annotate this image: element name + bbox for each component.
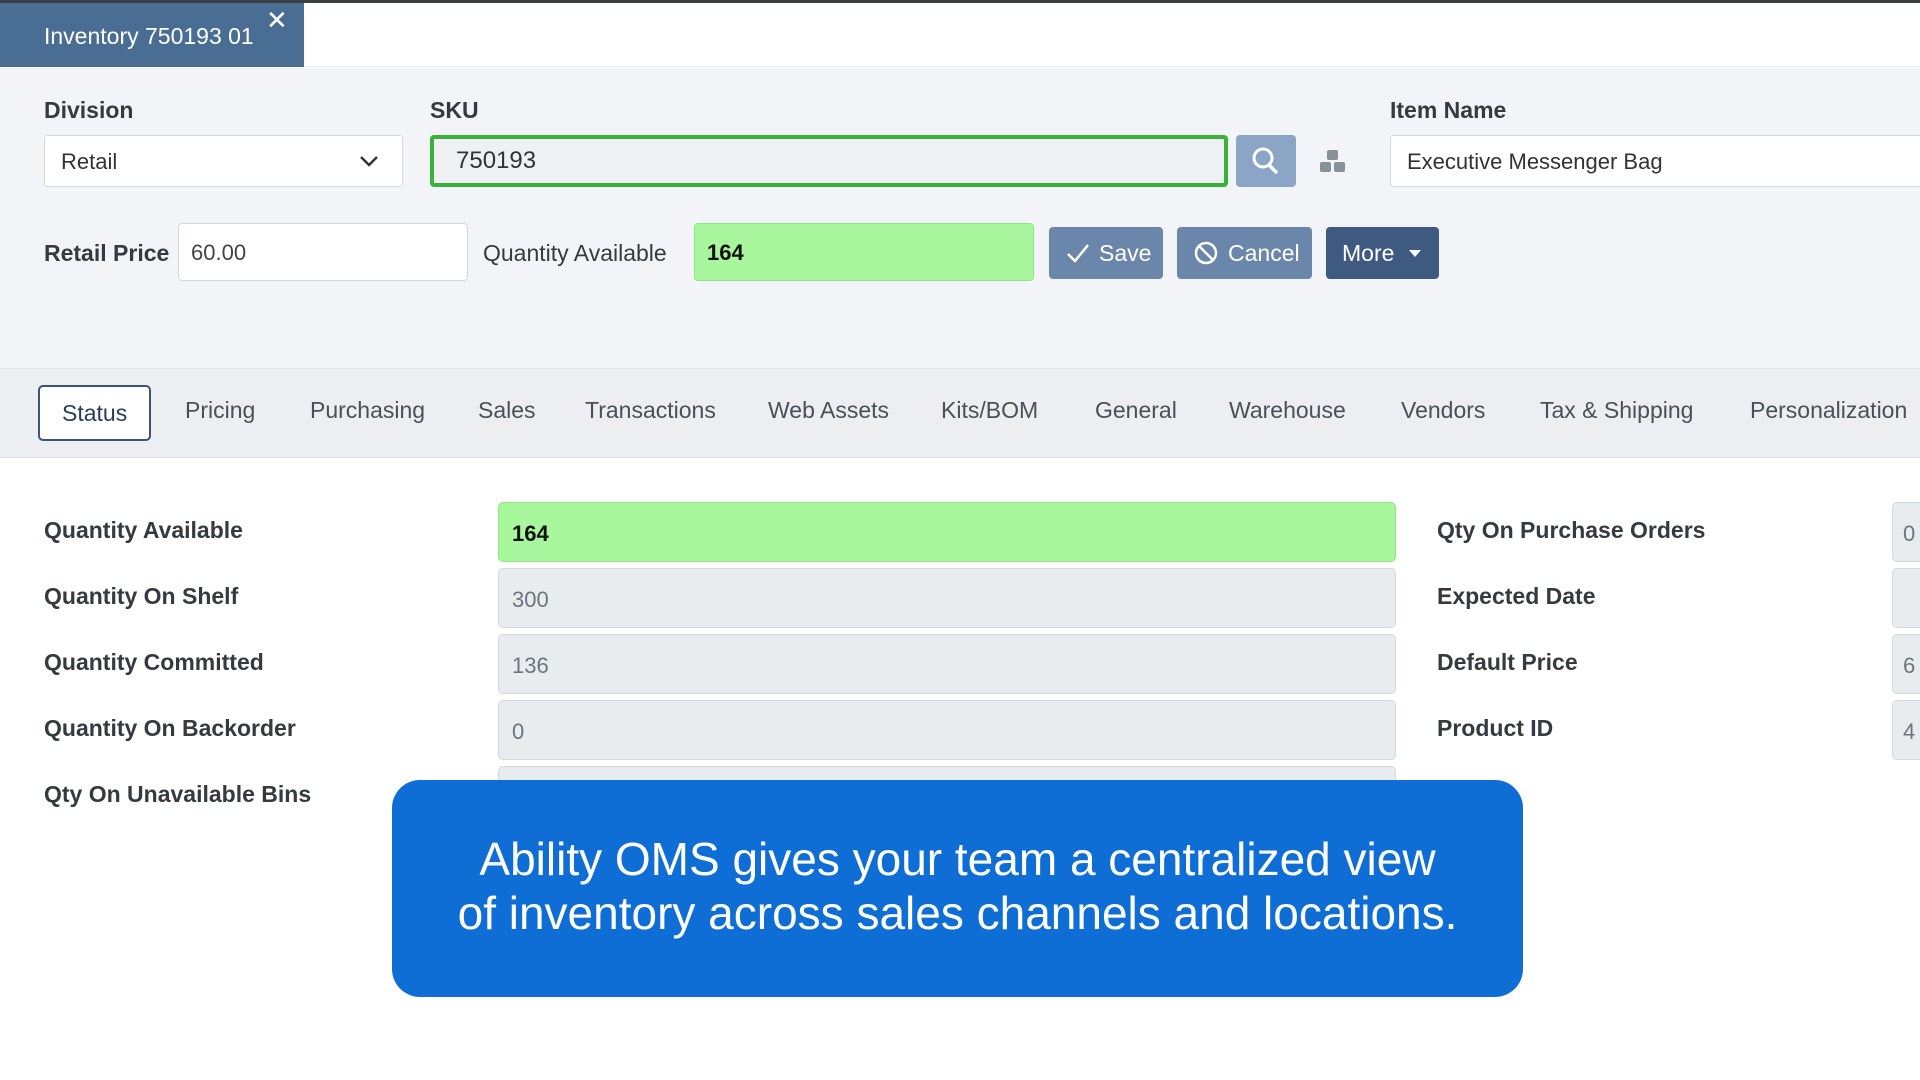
item-header-form: Division Retail SKU 750193 Item Name Exe… — [0, 68, 1920, 368]
search-icon — [1252, 147, 1278, 174]
default-price-field: 6 — [1892, 634, 1920, 694]
tab-transactions[interactable]: Transactions — [585, 397, 716, 424]
cancel-label: Cancel — [1228, 240, 1300, 266]
item-name-field[interactable]: Executive Messenger Bag — [1390, 135, 1920, 187]
ban-icon — [1194, 241, 1218, 265]
qty-available-header-value: 164 — [707, 240, 744, 265]
qty-committed-value: 136 — [512, 653, 549, 678]
tab-vendors[interactable]: Vendors — [1401, 397, 1485, 424]
division-value: Retail — [61, 149, 118, 174]
document-tab-inventory[interactable]: Inventory 750193 01 ✕ — [0, 3, 304, 67]
qty-on-shelf-label: Quantity On Shelf — [44, 583, 239, 609]
tab-personalization[interactable]: Personalization — [1750, 397, 1907, 424]
qty-available-field: 164 — [498, 502, 1396, 562]
product-id-value: 4 — [1903, 719, 1916, 744]
save-label: Save — [1099, 240, 1152, 266]
tab-kits-bom[interactable]: Kits/BOM — [941, 397, 1038, 424]
qty-on-backorder-value: 0 — [512, 719, 525, 744]
tab-general[interactable]: General — [1095, 397, 1177, 424]
tab-label: Status — [62, 400, 128, 426]
sku-input[interactable]: 750193 — [430, 135, 1228, 187]
qty-available-label: Quantity Available — [44, 517, 243, 543]
caption-overlay: Ability OMS gives your team a centralize… — [392, 780, 1523, 997]
retail-price-value: 60.00 — [191, 240, 247, 265]
product-id-field: 4 — [1892, 700, 1920, 760]
qty-on-po-value: 0 — [1903, 521, 1916, 546]
search-button[interactable] — [1236, 135, 1296, 187]
qty-on-shelf-field: 300 — [498, 568, 1396, 628]
qty-committed-label: Quantity Committed — [44, 649, 264, 675]
item-name-value: Executive Messenger Bag — [1407, 149, 1663, 174]
chevron-down-icon — [360, 156, 378, 167]
qty-unavailable-bins-label: Qty On Unavailable Bins — [44, 781, 312, 807]
item-name-label: Item Name — [1390, 97, 1507, 123]
document-tab-bar: Inventory 750193 01 ✕ — [0, 3, 1920, 67]
qty-committed-field: 136 — [498, 634, 1396, 694]
tab-web-assets[interactable]: Web Assets — [768, 397, 889, 424]
qty-on-po-label: Qty On Purchase Orders — [1437, 517, 1706, 543]
qty-on-backorder-label: Quantity On Backorder — [44, 715, 296, 741]
cancel-button[interactable]: Cancel — [1177, 227, 1312, 279]
check-icon — [1067, 244, 1089, 263]
tab-tax-shipping[interactable]: Tax & Shipping — [1540, 397, 1693, 424]
expected-date-field[interactable] — [1892, 568, 1920, 628]
retail-price-label: Retail Price — [44, 240, 170, 266]
caption-line-1: Ability OMS gives your team a centralize… — [479, 833, 1436, 885]
retail-price-input[interactable]: 60.00 — [178, 223, 468, 281]
qty-on-po-field: 0 — [1892, 502, 1920, 562]
tab-sales[interactable]: Sales — [478, 397, 536, 424]
qty-on-shelf-value: 300 — [512, 587, 549, 612]
tab-status[interactable]: Status — [38, 385, 151, 441]
save-button[interactable]: Save — [1049, 227, 1163, 279]
default-price-label: Default Price — [1437, 649, 1578, 675]
caption-line-2: of inventory across sales channels and l… — [457, 887, 1458, 939]
section-tabs: Status Pricing Purchasing Sales Transact… — [0, 368, 1920, 458]
more-dropdown-button[interactable]: More — [1326, 227, 1439, 279]
sku-label: SKU — [430, 97, 479, 123]
division-label: Division — [44, 97, 134, 123]
qty-on-backorder-field: 0 — [498, 700, 1396, 760]
more-label: More — [1342, 240, 1395, 266]
default-price-value: 6 — [1903, 653, 1916, 678]
document-tab-title: Inventory 750193 01 — [44, 23, 254, 49]
qty-available-header-field: 164 — [694, 223, 1034, 281]
tab-pricing[interactable]: Pricing — [185, 397, 255, 424]
qty-available-header-label: Quantity Available — [483, 240, 667, 266]
cubes-icon[interactable] — [1318, 148, 1348, 176]
tab-purchasing[interactable]: Purchasing — [310, 397, 425, 424]
close-icon[interactable]: ✕ — [266, 5, 288, 35]
expected-date-label: Expected Date — [1437, 583, 1596, 609]
caret-down-icon — [1409, 250, 1421, 257]
qty-available-value: 164 — [512, 521, 549, 546]
tab-warehouse[interactable]: Warehouse — [1229, 397, 1346, 424]
product-id-label: Product ID — [1437, 715, 1554, 741]
division-select[interactable]: Retail — [44, 135, 403, 187]
